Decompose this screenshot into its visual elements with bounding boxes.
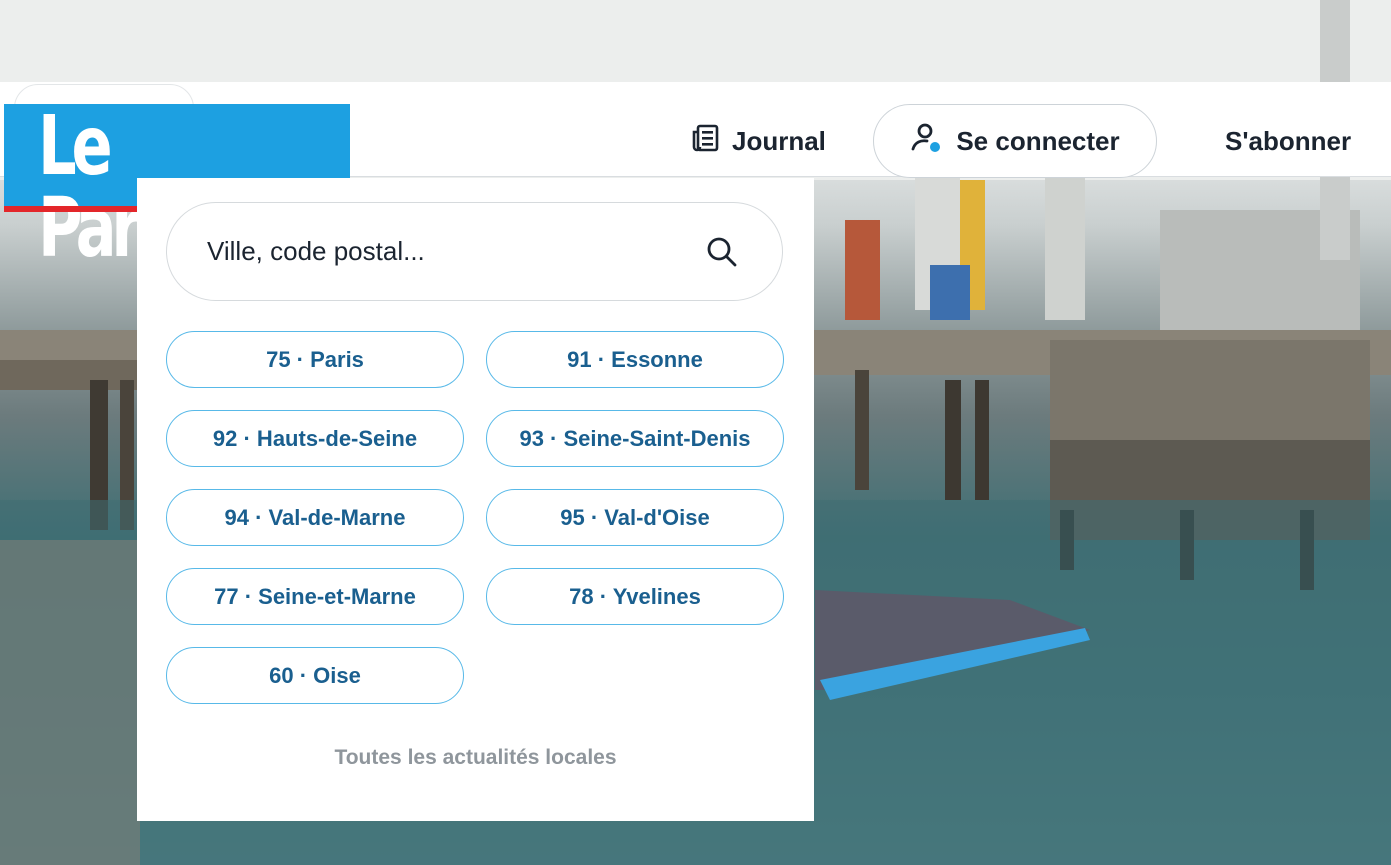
user-icon: [910, 122, 942, 161]
search-icon[interactable]: [704, 234, 740, 270]
city-search-box: [166, 202, 783, 301]
department-94-button[interactable]: 94 · Val-de-Marne: [166, 489, 464, 546]
journal-link[interactable]: Journal: [690, 122, 826, 160]
newspaper-icon: [690, 123, 720, 160]
department-60-button[interactable]: 60 · Oise: [166, 647, 464, 704]
department-78-button[interactable]: 78 · Yvelines: [486, 568, 784, 625]
department-75-button[interactable]: 75 · Paris: [166, 331, 464, 388]
local-news-dropdown: 75 · Paris 91 · Essonne 92 · Hauts-de-Se…: [137, 178, 814, 821]
login-label: Se connecter: [956, 125, 1120, 156]
department-95-button[interactable]: 95 · Val-d'Oise: [486, 489, 784, 546]
department-77-button[interactable]: 77 · Seine-et-Marne: [166, 568, 464, 625]
login-button[interactable]: Se connecter: [873, 104, 1157, 178]
journal-label: Journal: [732, 125, 826, 156]
subscribe-label: S'abonner: [1225, 125, 1352, 156]
subscribe-link[interactable]: S'abonner: [1225, 122, 1351, 160]
city-search-input[interactable]: [207, 203, 687, 300]
all-local-news-link[interactable]: Toutes les actualités locales: [137, 746, 814, 770]
department-92-button[interactable]: 92 · Hauts-de-Seine: [166, 410, 464, 467]
department-91-button[interactable]: 91 · Essonne: [486, 331, 784, 388]
department-93-button[interactable]: 93 · Seine-Saint-Denis: [486, 410, 784, 467]
